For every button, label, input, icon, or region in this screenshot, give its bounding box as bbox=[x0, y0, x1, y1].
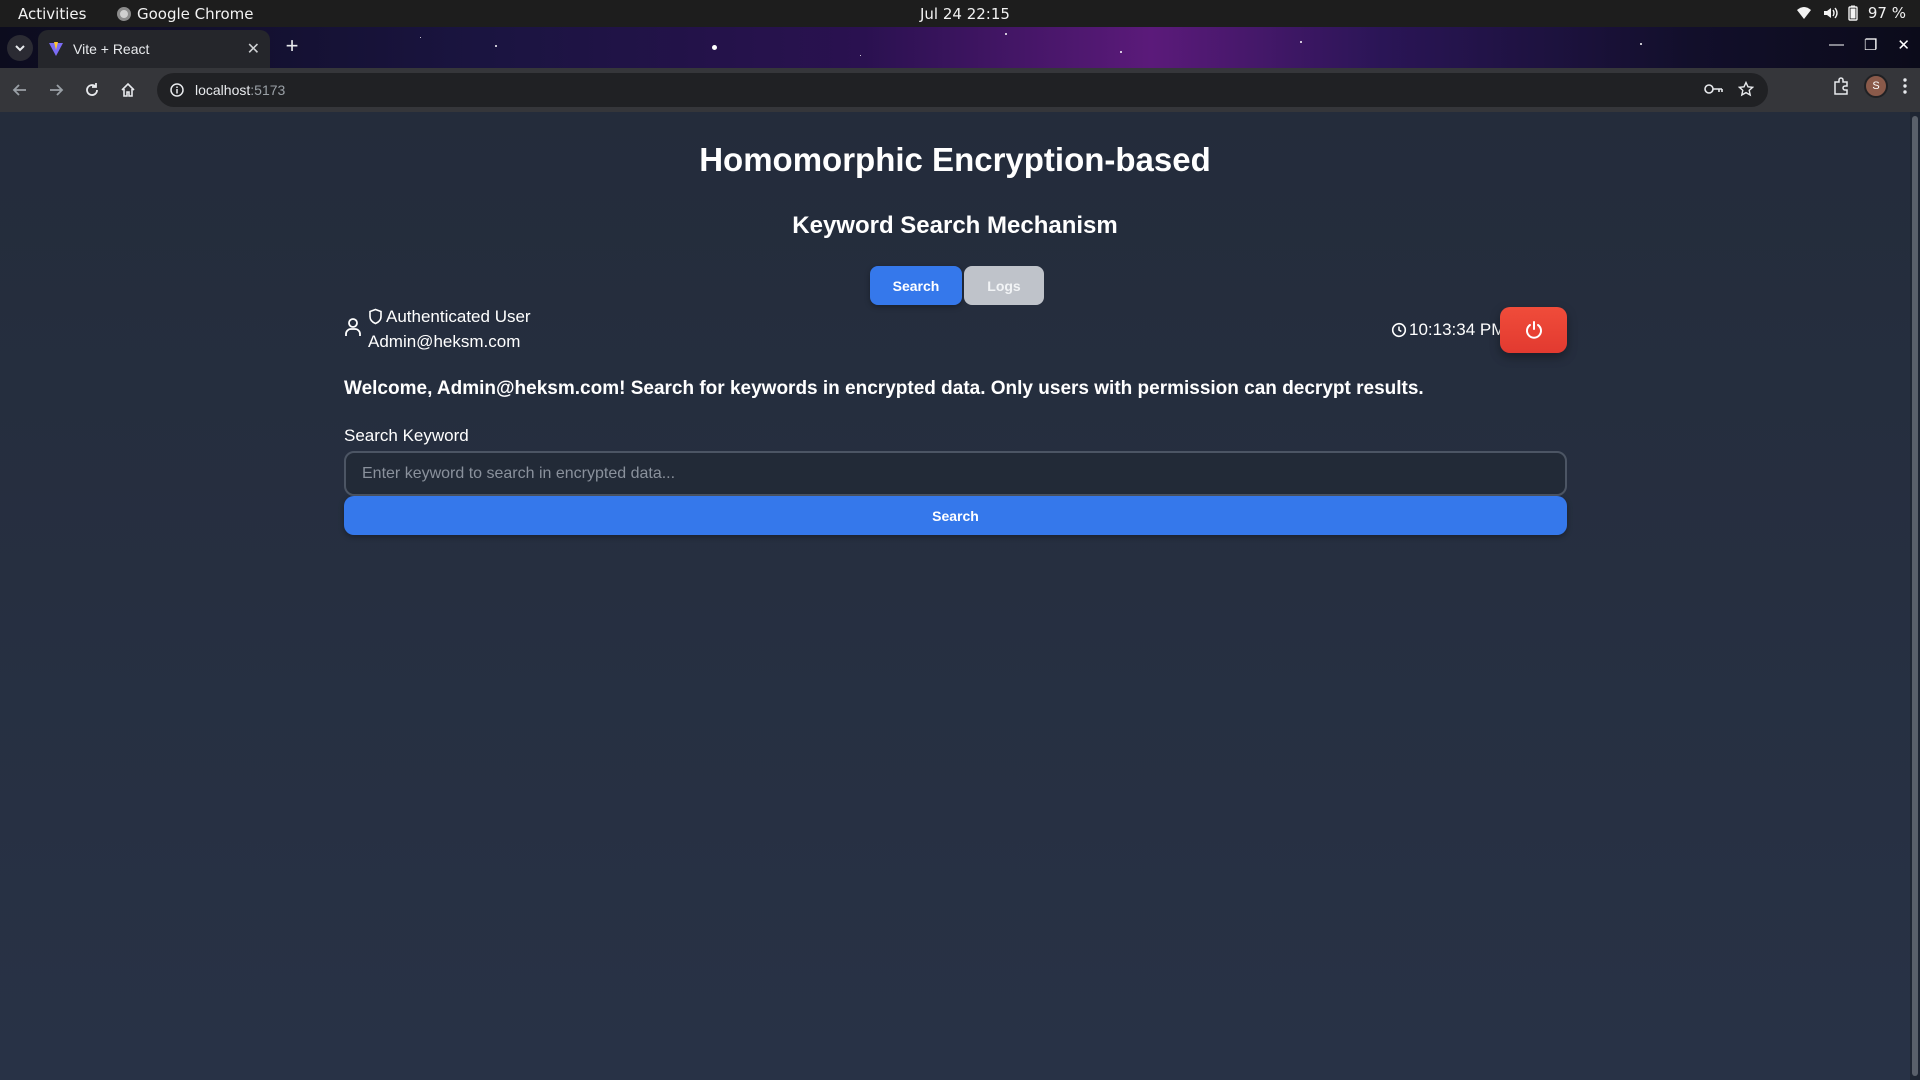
tab-search[interactable]: Search bbox=[870, 266, 962, 305]
welcome-message: Welcome, Admin@heksm.com! Search for key… bbox=[344, 378, 1424, 399]
chevron-down-icon bbox=[15, 45, 25, 52]
tab-search-button[interactable] bbox=[7, 35, 33, 61]
wallpaper-star bbox=[1300, 41, 1302, 43]
arrow-left-icon bbox=[12, 84, 26, 96]
user-icon bbox=[345, 318, 361, 336]
app-menu-label: Google Chrome bbox=[137, 5, 254, 23]
omnibox-actions bbox=[1704, 81, 1754, 97]
clock-time: 10:13:34 PM bbox=[1409, 320, 1506, 339]
page-scrollbar[interactable] bbox=[1910, 112, 1920, 1080]
kebab-menu-icon[interactable] bbox=[1902, 77, 1908, 95]
star-bookmark-icon[interactable] bbox=[1738, 81, 1754, 97]
tab-close-icon[interactable]: ✕ bbox=[247, 39, 260, 59]
profile-avatar[interactable]: S bbox=[1864, 74, 1888, 98]
view-tabs: Search Logs bbox=[870, 266, 1044, 305]
close-window-icon[interactable]: ✕ bbox=[1897, 36, 1910, 54]
url-host: localhost bbox=[195, 82, 251, 98]
url-port: :5173 bbox=[250, 82, 286, 98]
clock-icon bbox=[1391, 322, 1407, 338]
shield-icon bbox=[369, 308, 382, 325]
logout-button[interactable] bbox=[1500, 307, 1567, 353]
wallpaper-star bbox=[1640, 43, 1642, 45]
back-button[interactable] bbox=[4, 74, 36, 106]
tab-logs[interactable]: Logs bbox=[964, 266, 1044, 305]
app-page: Homomorphic Encryption-based Keyword Sea… bbox=[0, 112, 1910, 1080]
volume-icon bbox=[1823, 7, 1838, 19]
system-tray[interactable]: 97 % bbox=[1796, 4, 1906, 22]
restore-icon[interactable]: ❐ bbox=[1864, 36, 1877, 54]
system-clock[interactable]: Jul 24 22:15 bbox=[920, 5, 1010, 23]
page-subtitle: Keyword Search Mechanism bbox=[792, 212, 1118, 239]
home-icon bbox=[121, 82, 135, 97]
app-menu[interactable]: Google Chrome bbox=[117, 5, 254, 23]
page-title: Homomorphic Encryption-based bbox=[699, 141, 1211, 178]
wallpaper-star bbox=[1120, 51, 1122, 53]
system-top-bar: Activities Google Chrome Jul 24 22:15 97… bbox=[0, 0, 1920, 27]
tab-title: Vite + React bbox=[73, 41, 150, 57]
reload-button[interactable] bbox=[76, 74, 108, 106]
site-info-icon[interactable] bbox=[169, 82, 185, 98]
chrome-icon bbox=[117, 7, 131, 21]
vite-logo-icon bbox=[49, 42, 63, 56]
search-keyword-label: Search Keyword bbox=[344, 426, 469, 445]
search-input[interactable] bbox=[344, 451, 1567, 496]
forward-button[interactable] bbox=[40, 74, 72, 106]
minimize-icon[interactable]: — bbox=[1829, 36, 1844, 54]
arrow-right-icon bbox=[50, 84, 64, 96]
key-icon[interactable] bbox=[1704, 82, 1724, 96]
home-button[interactable] bbox=[112, 74, 144, 106]
wallpaper-star bbox=[860, 55, 861, 56]
battery-percent: 97 % bbox=[1867, 4, 1906, 22]
session-clock: 10:13:34 PM bbox=[1391, 320, 1505, 340]
battery-icon bbox=[1848, 5, 1858, 21]
user-email: Admin@heksm.com bbox=[368, 332, 521, 351]
browser-tab-strip: Vite + React ✕ + — ❐ ✕ bbox=[0, 27, 1920, 68]
reload-icon bbox=[86, 83, 98, 96]
browser-tab-active[interactable]: Vite + React ✕ bbox=[38, 30, 270, 68]
activities-button[interactable]: Activities bbox=[18, 5, 86, 23]
toolbar-actions: S bbox=[1832, 74, 1908, 98]
address-bar[interactable]: localhost:5173 bbox=[157, 73, 1768, 107]
wallpaper-star bbox=[420, 37, 421, 38]
wallpaper-star bbox=[1005, 33, 1007, 35]
wallpaper-star bbox=[712, 45, 717, 50]
window-controls: — ❐ ✕ bbox=[1829, 36, 1910, 54]
wallpaper-star bbox=[495, 45, 497, 47]
power-icon bbox=[1525, 321, 1542, 339]
search-button[interactable]: Search bbox=[344, 496, 1567, 535]
user-role-label: Authenticated User bbox=[386, 307, 531, 326]
extensions-icon[interactable] bbox=[1832, 77, 1850, 95]
new-tab-button[interactable]: + bbox=[280, 35, 304, 59]
scrollbar-thumb[interactable] bbox=[1912, 116, 1918, 1076]
browser-toolbar: localhost:5173 S bbox=[0, 68, 1920, 112]
wifi-icon bbox=[1796, 7, 1811, 19]
